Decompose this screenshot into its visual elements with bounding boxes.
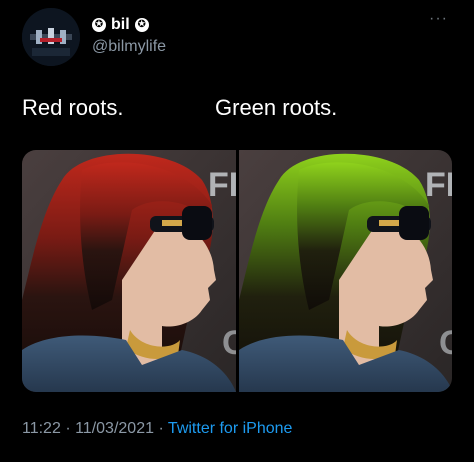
photo-green-roots-image: FI C xyxy=(238,150,453,392)
photo-red-roots[interactable]: FI C xyxy=(22,150,236,392)
user-handle[interactable]: @bilmylife xyxy=(92,38,166,56)
display-name-row[interactable]: ✪ bil ✪ xyxy=(92,16,149,34)
star-badge-icon: ✪ xyxy=(92,18,106,32)
tweet-date[interactable]: 11/03/2021 xyxy=(75,420,154,437)
media-grid[interactable]: FI C FI C xyxy=(22,150,452,392)
star-badge-icon: ✪ xyxy=(134,18,149,32)
display-name[interactable]: bil xyxy=(111,16,130,34)
more-options-icon[interactable]: ··· xyxy=(429,10,448,28)
caption-left: Red roots. xyxy=(22,95,124,120)
meta-separator: · xyxy=(65,420,71,437)
caption-right: Green roots. xyxy=(215,95,338,120)
photo-green-roots[interactable]: FI C xyxy=(238,150,453,392)
svg-text:FI: FI xyxy=(208,166,236,204)
avatar-image xyxy=(22,8,80,66)
tweet-meta: 11:22 · 11/03/2021 · Twitter for iPhone xyxy=(22,420,292,438)
meta-separator: · xyxy=(158,420,164,437)
svg-text:C: C xyxy=(439,324,453,362)
tweet-source-link[interactable]: Twitter for iPhone xyxy=(168,420,293,437)
avatar[interactable] xyxy=(22,8,80,66)
photo-red-roots-image: FI C xyxy=(22,150,236,392)
svg-text:C: C xyxy=(222,324,236,362)
svg-text:FI: FI xyxy=(425,166,453,204)
tweet-time[interactable]: 11:22 xyxy=(22,420,61,437)
tweet: ✪ bil ✪ @bilmylife ··· Red roots. Green … xyxy=(0,0,474,462)
